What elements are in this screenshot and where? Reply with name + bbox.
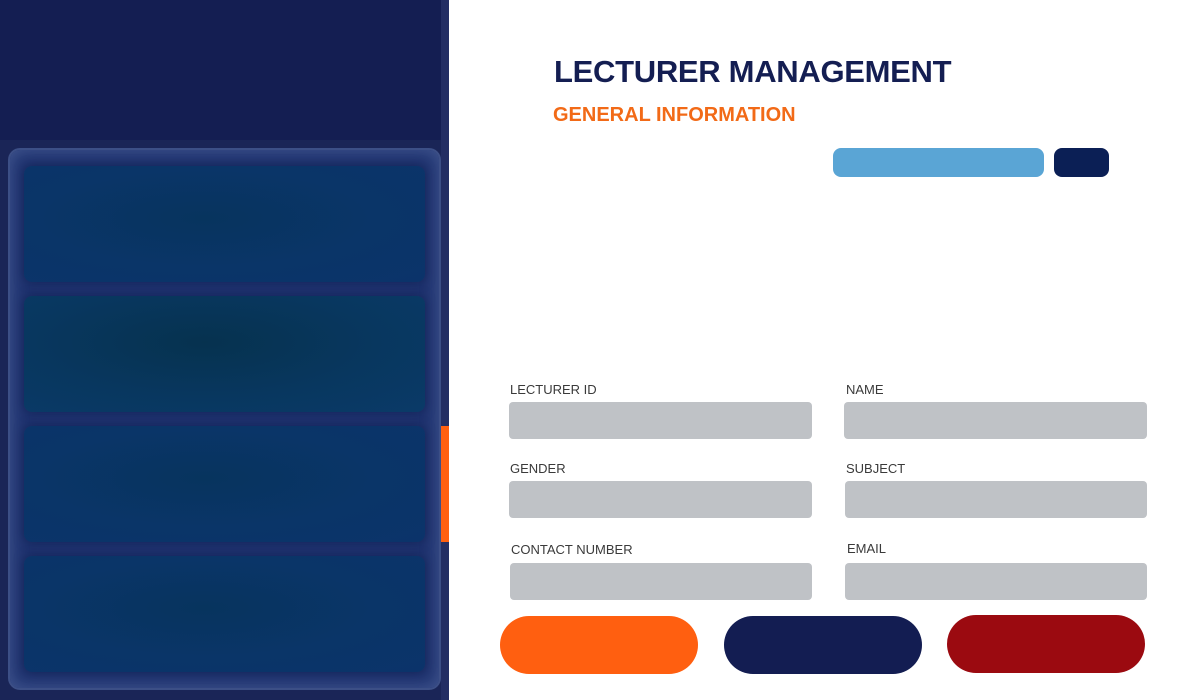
lecturer-id-field[interactable] — [509, 402, 812, 439]
menu-item-4[interactable] — [24, 556, 425, 672]
section-subtitle: GENERAL INFORMATION — [553, 104, 796, 126]
search-button[interactable] — [1054, 148, 1109, 177]
subject-label: SUBJECT — [846, 461, 906, 476]
gender-field[interactable] — [509, 481, 812, 518]
active-indicator — [441, 426, 449, 542]
name-label: NAME — [846, 382, 884, 397]
contact-number-field[interactable] — [510, 563, 812, 600]
menu-panel — [8, 148, 441, 690]
subject-field[interactable] — [845, 481, 1147, 518]
contact-number-label: CONTACT NUMBER — [511, 542, 633, 557]
secondary-action-button[interactable] — [724, 616, 922, 674]
menu-item-2[interactable] — [24, 296, 425, 412]
page-title: LECTURER MANAGEMENT — [554, 54, 952, 89]
menu-item-3[interactable] — [24, 426, 425, 542]
lecturer-id-label: LECTURER ID — [510, 382, 597, 397]
primary-action-button[interactable] — [500, 616, 698, 674]
email-label: EMAIL — [847, 541, 887, 556]
menu-item-1[interactable] — [24, 166, 425, 282]
sidebar-divider — [441, 0, 449, 700]
gender-label: GENDER — [510, 461, 566, 476]
sidebar — [0, 0, 449, 700]
name-field[interactable] — [844, 402, 1147, 439]
sidebar-header — [0, 0, 441, 140]
email-field[interactable] — [845, 563, 1147, 600]
delete-action-button[interactable] — [947, 615, 1145, 673]
search-input[interactable] — [833, 148, 1044, 177]
